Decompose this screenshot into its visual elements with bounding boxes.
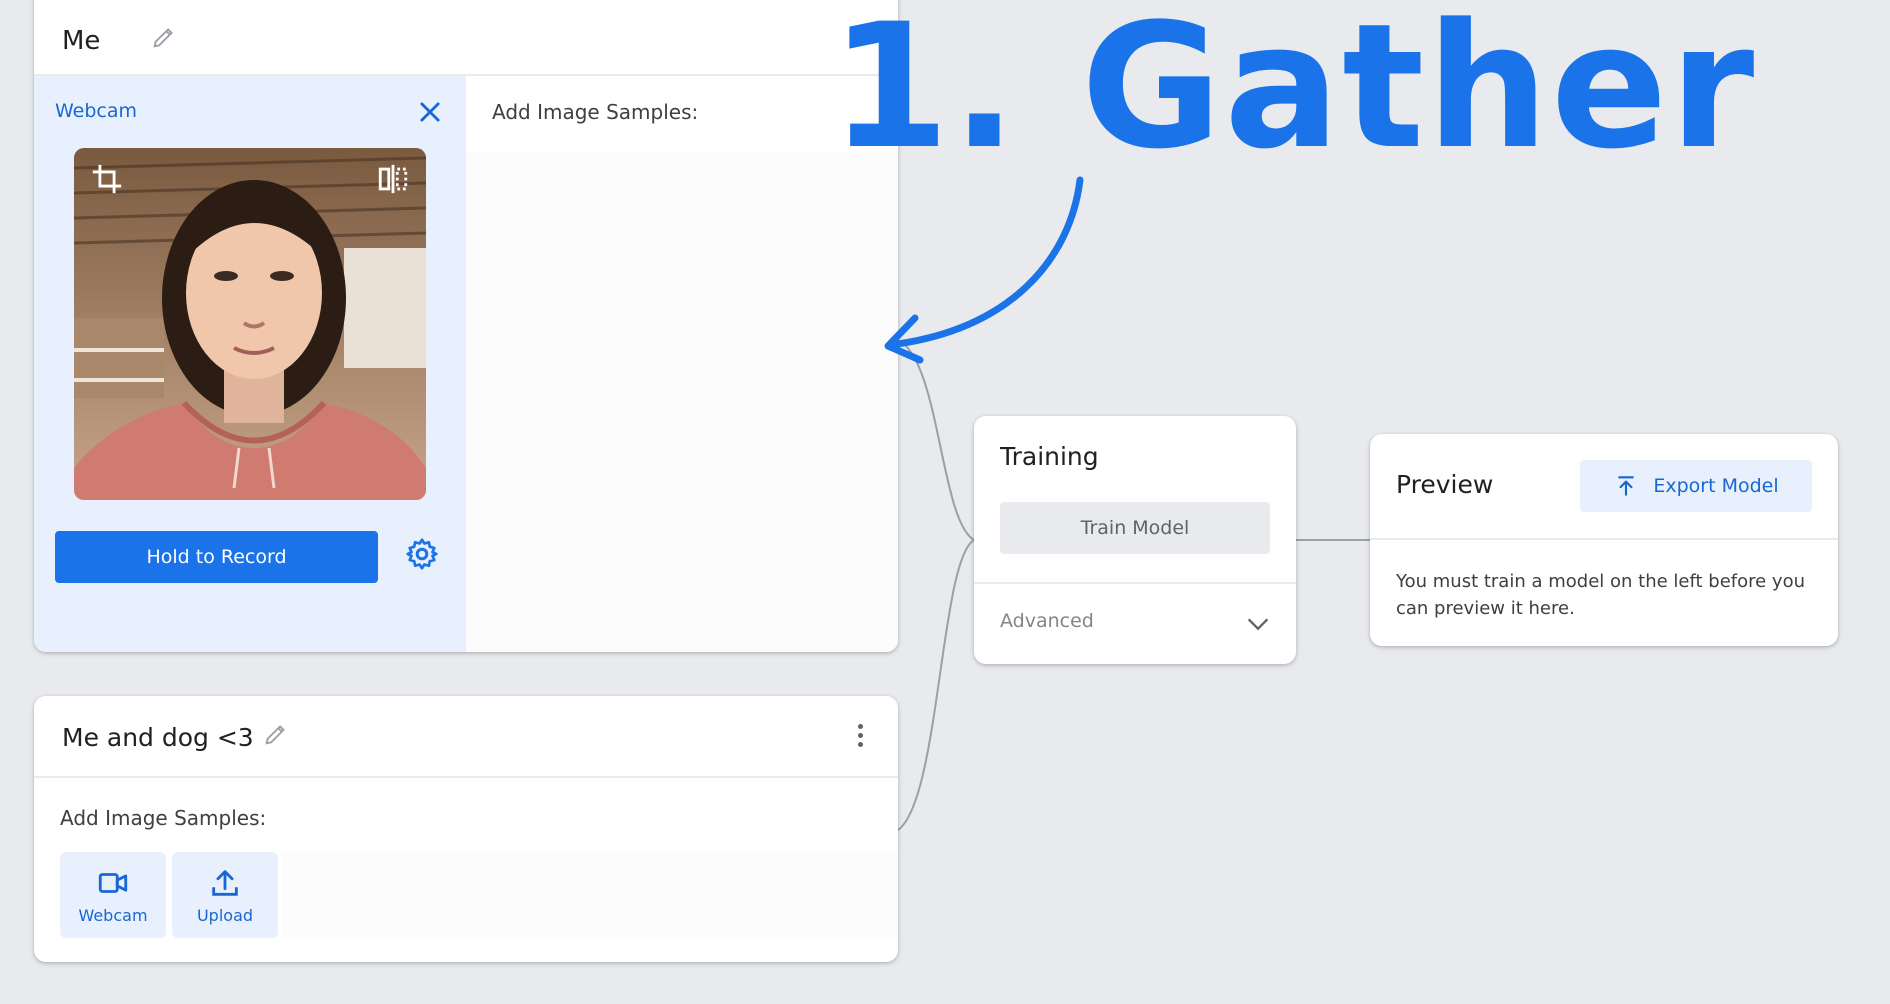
- preview-message: You must train a model on the left befor…: [1396, 571, 1805, 619]
- class-card-header: Me and dog <3: [34, 696, 898, 778]
- videocam-icon: [98, 872, 128, 893]
- export-model-label: Export Model: [1653, 475, 1779, 497]
- more-vert-icon[interactable]: [856, 724, 864, 750]
- flip-icon[interactable]: [376, 162, 410, 196]
- class-card-me: Me Webcam Hold to Record Add Image Sampl…: [34, 0, 898, 652]
- webcam-button[interactable]: Webcam: [60, 852, 166, 938]
- divider: [1370, 538, 1838, 540]
- settings-icon[interactable]: [404, 536, 440, 572]
- close-icon[interactable]: [416, 98, 444, 126]
- train-model-button[interactable]: Train Model: [1000, 502, 1270, 554]
- pencil-icon[interactable]: [150, 23, 178, 51]
- class-card-me-and-dog: Me and dog <3 Add Image Samples: Webcam …: [34, 696, 898, 962]
- webcam-button-label: Webcam: [78, 905, 148, 925]
- webcam-feed-image: [74, 148, 426, 500]
- export-model-button[interactable]: Export Model: [1580, 460, 1812, 512]
- preview-title: Preview: [1396, 470, 1494, 499]
- webcam-pane: Webcam Hold to Record: [34, 76, 466, 652]
- training-title: Training: [1000, 442, 1099, 471]
- samples-area: [282, 852, 898, 938]
- upload-icon: [1618, 476, 1634, 496]
- hold-to-record-button[interactable]: Hold to Record: [55, 531, 378, 583]
- preview-card: Preview Export Model You must train a mo…: [1370, 434, 1838, 646]
- advanced-label: Advanced: [1000, 610, 1094, 632]
- training-card: Training Train Model Advanced: [974, 416, 1296, 664]
- class-name[interactable]: Me and dog <3: [62, 723, 254, 752]
- upload-icon: [212, 869, 238, 896]
- webcam-label: Webcam: [55, 100, 138, 122]
- advanced-toggle[interactable]: Advanced: [974, 584, 1296, 664]
- webcam-preview: [74, 148, 426, 500]
- pencil-icon[interactable]: [262, 720, 290, 748]
- curved-arrow-icon: [884, 176, 1084, 364]
- upload-button[interactable]: Upload: [172, 852, 278, 938]
- upload-button-label: Upload: [196, 905, 254, 925]
- class-card-header: Me: [34, 0, 898, 76]
- add-image-samples-label: Add Image Samples:: [60, 806, 267, 830]
- crop-icon[interactable]: [90, 162, 124, 196]
- add-image-samples-label: Add Image Samples:: [492, 100, 699, 124]
- gather-annotation-title: 1. Gather: [830, 0, 1757, 187]
- chevron-down-icon: [1247, 618, 1269, 631]
- class-name[interactable]: Me: [62, 26, 100, 56]
- samples-area: [466, 152, 898, 652]
